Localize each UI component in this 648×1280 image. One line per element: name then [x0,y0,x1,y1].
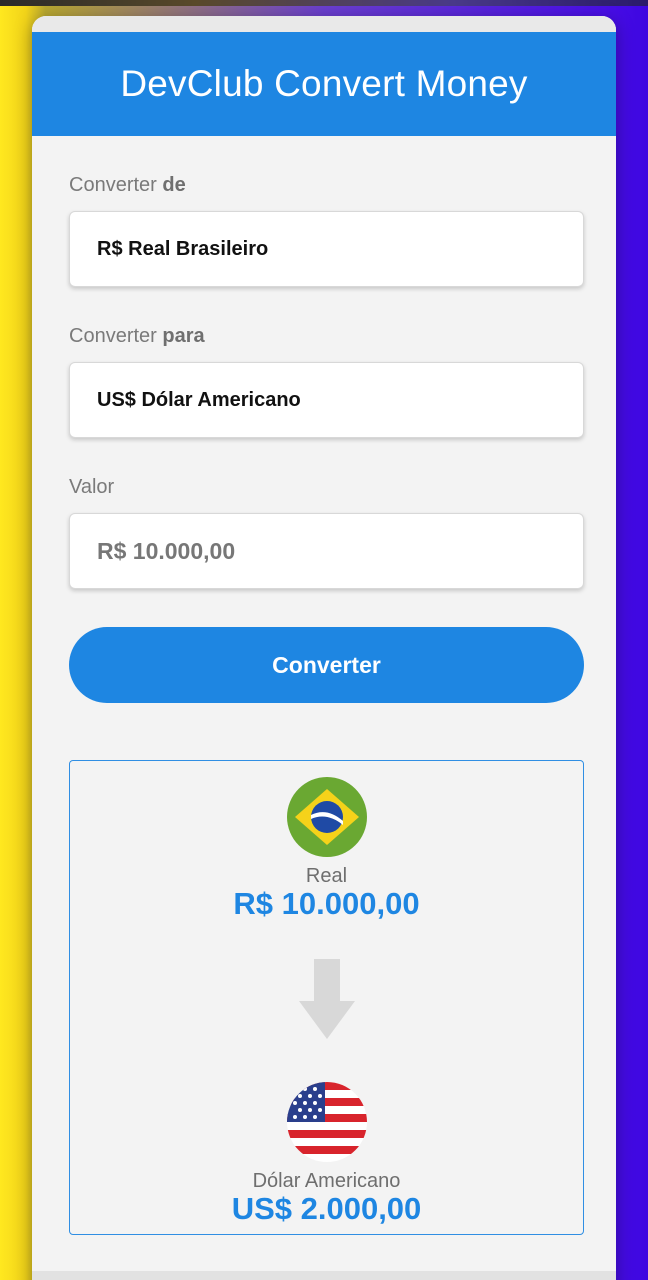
from-currency-select[interactable]: R$ Real Brasileiro [69,211,584,287]
to-currency-value: US$ Dólar Americano [97,388,301,411]
to-label-prefix: Converter [69,325,163,347]
from-label-prefix: Converter [69,174,163,196]
amount-value: R$ 10.000,00 [97,537,236,564]
card-top-cap [32,16,616,32]
amount-input[interactable]: R$ 10.000,00 [69,513,584,589]
from-currency-name: Real [305,865,348,887]
to-currency-label: Converter para [69,325,584,348]
amount-label: Valor [69,476,115,498]
to-currency-name: Dólar Americano [252,1170,401,1192]
app-title: DevClub Convert Money [120,63,528,104]
card-bottom-strip [32,1271,616,1280]
arrow-down-icon [298,959,355,1044]
conversion-result: Real R$ 10.000,00 Dólar Americano US$ 2.… [69,760,584,1235]
from-currency-label: Converter de [69,174,584,197]
top-strip [0,0,648,6]
converter-form: Converter de R$ Real Brasileiro Converte… [32,136,616,1235]
app-header: DevClub Convert Money [32,32,616,136]
brazil-flag-icon [286,777,367,857]
convert-button[interactable]: Converter [69,627,584,703]
convert-button-label: Converter [272,651,381,678]
to-currency-amount: US$ 2.000,00 [231,1191,422,1226]
from-currency-amount: R$ 10.000,00 [233,886,420,921]
usa-flag-icon [286,1082,367,1162]
to-currency-select[interactable]: US$ Dólar Americano [69,362,584,438]
to-label-bold: para [162,325,205,347]
converter-card: DevClub Convert Money Converter de R$ Re… [32,16,616,1280]
from-label-bold: de [162,174,186,196]
from-currency-value: R$ Real Brasileiro [97,237,269,260]
